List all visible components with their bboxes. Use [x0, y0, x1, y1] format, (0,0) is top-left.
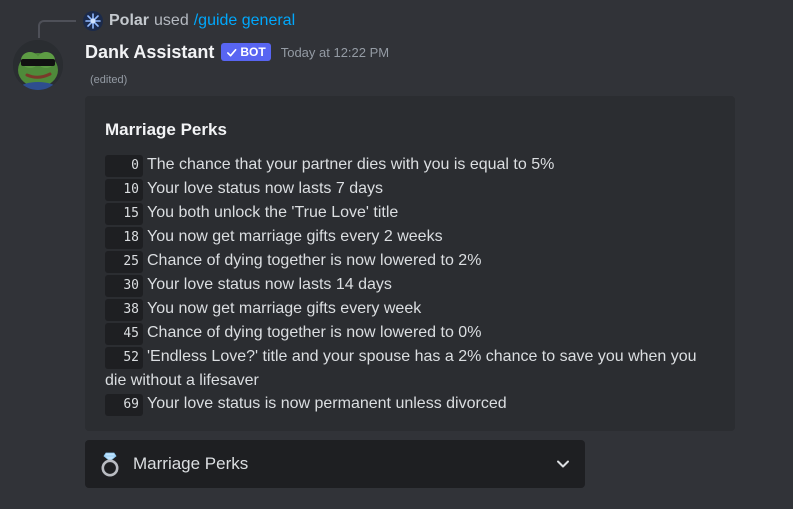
reply-action: used [154, 12, 189, 29]
perk-level: 38 [105, 299, 143, 321]
list-item: 38 You now get marriage gifts every week [105, 297, 715, 321]
list-item: 69 Your love status is now permanent unle… [105, 392, 715, 417]
perk-list: 0 The chance that your partner dies with … [105, 153, 715, 417]
perk-level: 10 [105, 179, 143, 201]
perk-level: 69 [105, 394, 143, 417]
list-item: 15 You both unlock the 'True Love' title [105, 201, 715, 225]
perk-text: You now get marriage gifts every week [147, 300, 422, 317]
checkmark-icon [227, 48, 237, 57]
list-item: 30 Your love status now lasts 14 days [105, 273, 715, 297]
perk-level: 45 [105, 323, 143, 345]
perk-level: 15 [105, 203, 143, 225]
bot-badge-label: BOT [240, 45, 266, 59]
avatar[interactable] [13, 40, 63, 90]
perk-text: You both unlock the 'True Love' title [147, 204, 399, 221]
reply-username[interactable]: Polar [109, 12, 149, 30]
polar-avatar-icon[interactable] [83, 11, 103, 31]
author-name[interactable]: Dank Assistant [85, 42, 214, 63]
perk-text: Your love status is now permanent unless… [147, 395, 507, 413]
embed-title: Marriage Perks [105, 120, 227, 139]
chevron-down-icon[interactable] [555, 456, 571, 472]
perk-level: 18 [105, 227, 143, 249]
perk-text: Chance of dying together is now lowered … [147, 324, 482, 341]
perk-text: 'Endless Love?' title and your spouse ha… [105, 348, 697, 389]
embed-card: Marriage Perks 0 The chance that your par… [85, 96, 735, 431]
ring-icon [101, 452, 119, 477]
perk-level: 25 [105, 251, 143, 273]
perk-text: Your love status now lasts 14 days [147, 276, 392, 293]
list-item: 52 'Endless Love?' title and your spouse … [105, 345, 715, 392]
list-item: 10 Your love status now lasts 7 days [105, 177, 715, 201]
list-item: 18 You now get marriage gifts every 2 wee… [105, 225, 715, 249]
perk-level: 0 [105, 155, 143, 177]
perk-level: 30 [105, 275, 143, 297]
message-header: Dank Assistant BOT Today at 12:22 PM [85, 40, 389, 64]
pepe-avatar-icon [13, 40, 63, 90]
message-timestamp[interactable]: Today at 12:22 PM [281, 45, 389, 60]
perk-text: The chance that your partner dies with y… [147, 156, 555, 173]
list-item: 25 Chance of dying together is now lowere… [105, 249, 715, 273]
perks-select-menu[interactable]: Marriage Perks [85, 440, 585, 488]
reply-connector [38, 20, 76, 38]
list-item: 45 Chance of dying together is now lowere… [105, 321, 715, 345]
reply-context[interactable]: Polar used /guide general [83, 10, 295, 32]
select-menu-label: Marriage Perks [133, 454, 249, 473]
perk-level: 52 [105, 347, 143, 369]
reply-command-link[interactable]: /guide general [194, 12, 295, 30]
perk-text: Chance of dying together is now lowered … [147, 252, 482, 269]
list-item: 0 The chance that your partner dies with … [105, 153, 715, 177]
perk-text: Your love status now lasts 7 days [147, 180, 383, 197]
perk-text: You now get marriage gifts every 2 weeks [147, 228, 443, 245]
bot-badge: BOT [221, 43, 271, 61]
edited-label: (edited) [90, 74, 128, 86]
